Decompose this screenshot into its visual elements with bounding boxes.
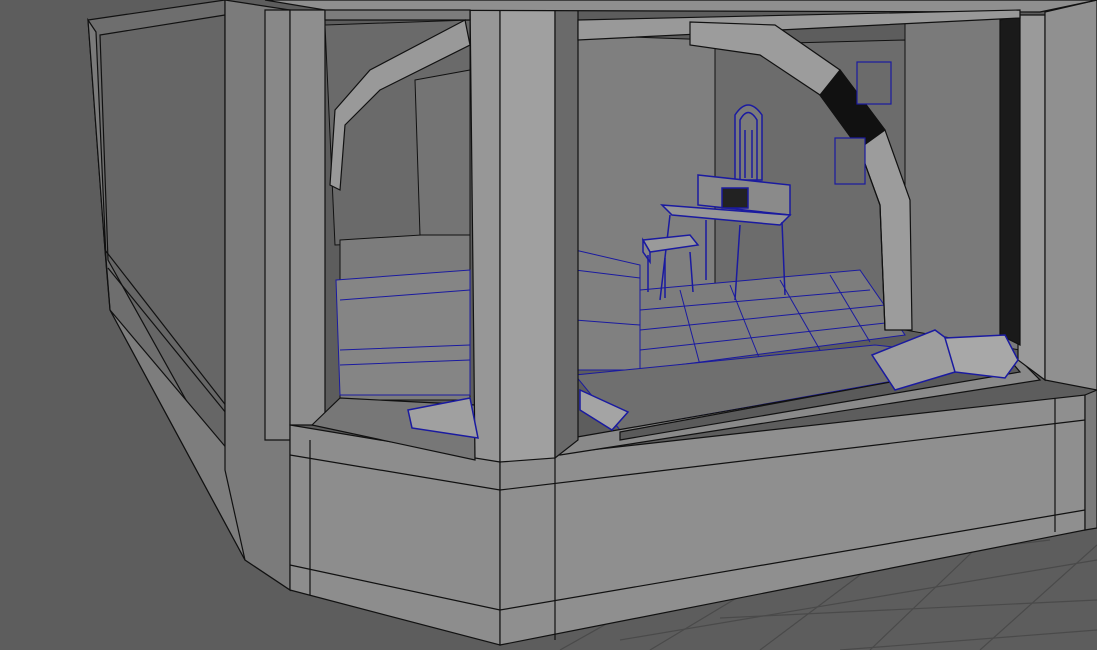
center-pillar	[469, 0, 579, 463]
3d-viewport[interactable]	[0, 0, 1097, 650]
scene-render[interactable]	[0, 0, 1097, 650]
vanity-mirror	[734, 104, 763, 181]
right-pillar	[999, 0, 1097, 391]
